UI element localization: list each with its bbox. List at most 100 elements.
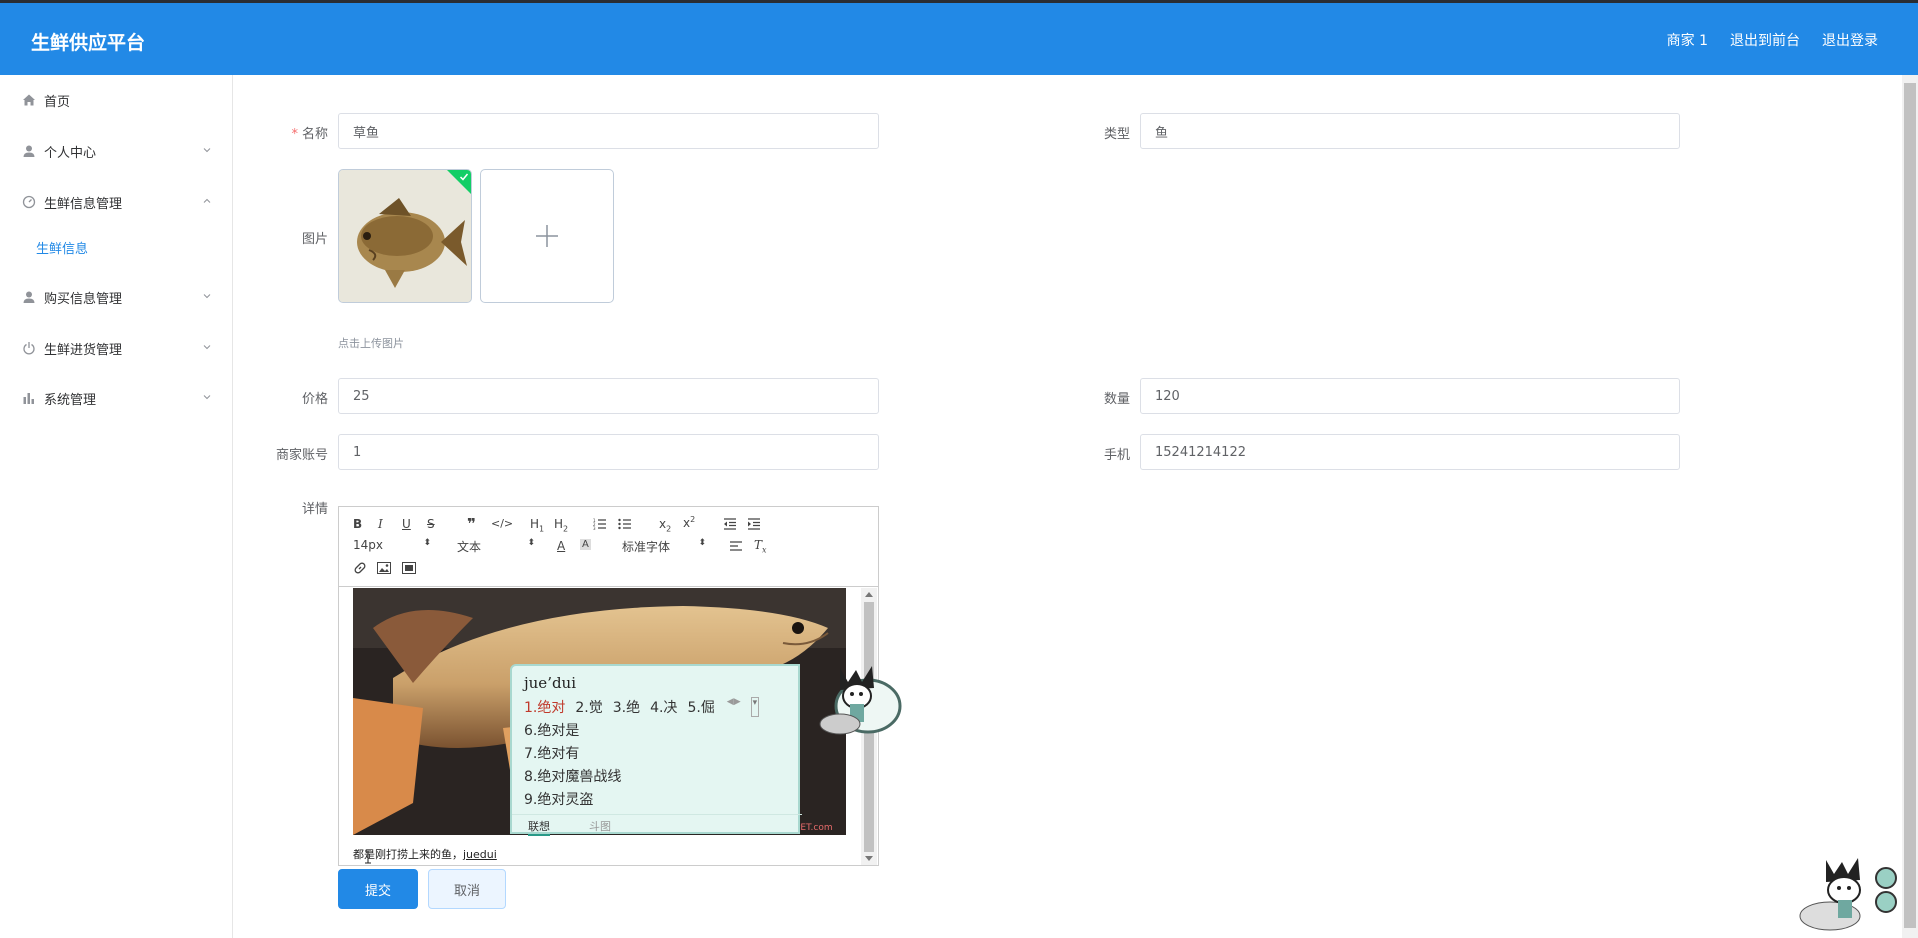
chevron-down-icon <box>203 395 211 400</box>
sidebar-item-fresh-info-mgmt[interactable]: 生鲜信息管理 <box>0 182 232 222</box>
ime-candidate-2[interactable]: 2.觉 <box>575 697 602 717</box>
sidebar-item-label: 首页 <box>44 94 71 110</box>
merchant-account-label: 商家账号 <box>275 448 328 463</box>
gauge-icon <box>22 195 36 209</box>
user-icon <box>22 144 36 158</box>
page-scrollbar[interactable] <box>1902 75 1918 938</box>
ime-candidate-5[interactable]: 5.倔 <box>687 697 714 717</box>
sidebar-item-purchase-mgmt[interactable]: 购买信息管理 <box>0 277 232 317</box>
bar-chart-icon <box>22 391 36 405</box>
ime-tab-sticker[interactable]: 斗图 <box>589 818 611 834</box>
detail-label: 详情 <box>301 502 328 517</box>
bold-button[interactable]: B <box>353 517 362 531</box>
sidebar-item-home[interactable]: 首页 <box>0 80 232 120</box>
price-input[interactable]: 25 <box>338 378 879 414</box>
link-icon[interactable] <box>353 561 367 575</box>
page-scrollbar-thumb[interactable] <box>1904 83 1916 928</box>
image-icon[interactable] <box>377 562 391 574</box>
price-label: 价格 <box>301 392 328 407</box>
background-color-button[interactable]: A <box>580 539 591 550</box>
ime-tabs: 联想 斗图 <box>512 814 802 836</box>
ime-candidate-4[interactable]: 4.决 <box>650 697 677 717</box>
mascot-icon[interactable] <box>1786 850 1902 936</box>
submit-button[interactable]: 提交 <box>338 869 418 909</box>
sidebar-item-system-mgmt[interactable]: 系统管理 <box>0 378 232 418</box>
app-brand: 生鲜供应平台 <box>31 32 146 54</box>
check-icon <box>459 173 469 181</box>
strike-button[interactable]: S <box>427 517 435 531</box>
ime-page-arrows-icon[interactable]: ◀▶ <box>727 697 741 717</box>
ime-candidate-window: jue’dui 1.绝对 2.觉 3.绝 4.决 5.倔 ◀▶ ▾ 6.绝对是 … <box>500 660 902 836</box>
power-icon <box>22 341 36 355</box>
ime-candidate-7[interactable]: 7.绝对有 <box>524 743 579 763</box>
clear-format-button[interactable]: Tx <box>754 538 767 554</box>
underline-button[interactable]: U <box>402 517 411 531</box>
italic-button[interactable]: I <box>378 517 383 531</box>
quantity-label: 数量 <box>1103 392 1130 407</box>
video-icon[interactable] <box>402 562 416 574</box>
ime-candidate-9[interactable]: 9.绝对灵盗 <box>524 789 593 809</box>
bullet-list-icon[interactable] <box>618 518 632 530</box>
align-left-icon[interactable] <box>729 540 743 552</box>
text-color-button[interactable]: A <box>557 539 565 553</box>
sidebar-item-stock-mgmt[interactable]: 生鲜进货管理 <box>0 328 232 368</box>
font-size-select[interactable]: 14px ⬍ <box>353 538 431 552</box>
merchant-account-input[interactable]: 1 <box>338 434 879 470</box>
sidebar: 首页 个人中心 生鲜信息管理 生鲜信息 购买信息管理 生鲜进货管理 系统管理 <box>0 75 233 938</box>
chevron-up-icon <box>203 198 211 203</box>
quote-button[interactable]: ❞ <box>467 515 476 533</box>
ime-candidate-3[interactable]: 3.绝 <box>613 697 640 717</box>
user-icon <box>22 290 36 304</box>
chevron-down-icon <box>203 148 211 153</box>
code-button[interactable]: </> <box>491 517 513 530</box>
chevron-down-icon <box>203 294 211 299</box>
back-to-front-link[interactable]: 退出到前台 <box>1730 30 1800 50</box>
cancel-button[interactable]: 取消 <box>428 869 506 909</box>
ime-candidate-8[interactable]: 8.绝对魔兽战线 <box>524 766 621 786</box>
type-input[interactable]: 鱼 <box>1140 113 1680 149</box>
indent-icon[interactable] <box>747 518 761 530</box>
uploaded-image-thumbnail[interactable] <box>338 169 472 303</box>
sidebar-item-label: 购买信息管理 <box>44 291 123 307</box>
ime-candidate-row: 1.绝对 2.觉 3.绝 4.决 5.倔 ◀▶ ▾ <box>524 697 760 717</box>
ime-mascot-icon <box>819 666 902 735</box>
ime-candidate-6[interactable]: 6.绝对是 <box>524 720 579 740</box>
chevron-down-icon <box>203 345 211 350</box>
scroll-down-icon[interactable] <box>865 856 873 862</box>
home-icon <box>22 93 36 107</box>
plus-icon <box>536 225 558 247</box>
sidebar-item-label: 个人中心 <box>44 145 97 161</box>
ime-candidate-1[interactable]: 1.绝对 <box>524 697 565 717</box>
sidebar-item-label: 系统管理 <box>44 392 97 408</box>
ime-expand-icon[interactable]: ▾ <box>750 697 760 717</box>
block-format-select[interactable]: 文本 ⬍ <box>457 538 535 555</box>
header-links: 商家 1 退出到前台 退出登录 <box>1667 30 1878 50</box>
sidebar-item-profile[interactable]: 个人中心 <box>0 131 232 171</box>
font-family-select[interactable]: 标准字体 ⬍ <box>622 538 706 555</box>
phone-input[interactable]: 15241214122 <box>1140 434 1680 470</box>
ime-tab-association[interactable]: 联想 <box>528 818 550 836</box>
ime-composition: jue’dui <box>524 674 577 692</box>
name-input[interactable]: 草鱼 <box>338 113 879 149</box>
image-upload-button[interactable] <box>480 169 614 303</box>
top-navbar: 生鲜供应平台 商家 1 退出到前台 退出登录 <box>0 0 1918 75</box>
text-cursor-icon <box>365 850 371 864</box>
heading2-button[interactable]: H2 <box>554 517 568 533</box>
superscript-button[interactable]: x2 <box>683 515 695 530</box>
scroll-up-icon[interactable] <box>865 591 873 597</box>
heading1-button[interactable]: H1 <box>530 517 544 533</box>
logout-link[interactable]: 退出登录 <box>1822 30 1878 50</box>
quantity-input[interactable]: 120 <box>1140 378 1680 414</box>
ordered-list-icon[interactable]: 123 <box>593 518 607 530</box>
sidebar-item-label: 生鲜进货管理 <box>44 342 123 358</box>
image-label: 图片 <box>301 232 328 247</box>
editor-text: 都是刚打捞上来的鱼，juedui <box>353 848 497 861</box>
subscript-button[interactable]: x2 <box>659 517 671 533</box>
sidebar-subitem-fresh-info[interactable]: 生鲜信息 <box>0 227 232 267</box>
svg-text:3: 3 <box>593 526 596 530</box>
outdent-icon[interactable] <box>723 518 737 530</box>
upload-hint: 点击上传图片 <box>338 337 404 350</box>
sidebar-item-label: 生鲜信息管理 <box>44 196 123 212</box>
current-user-link[interactable]: 商家 1 <box>1667 30 1708 50</box>
phone-label: 手机 <box>1103 448 1130 463</box>
